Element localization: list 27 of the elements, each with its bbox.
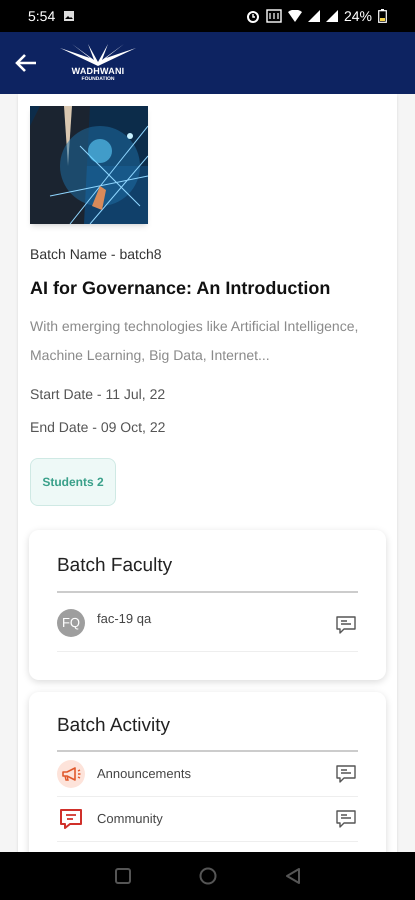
recent-apps-icon[interactable] xyxy=(114,868,130,884)
activity-item[interactable]: Community xyxy=(57,797,358,842)
activity-label: Announcements xyxy=(97,765,192,784)
avatar: FQ xyxy=(57,608,85,636)
back-icon[interactable] xyxy=(284,867,300,885)
start-date: Start Date - 11 Jul, 22 xyxy=(30,385,166,404)
section-title: Batch Activity xyxy=(57,712,358,752)
batch-name: Batch Name - batch8 xyxy=(30,245,163,264)
activity-item[interactable]: Announcements xyxy=(57,752,358,797)
section-title: Batch Faculty xyxy=(57,552,358,592)
megaphone-icon xyxy=(57,760,85,788)
image-icon xyxy=(63,10,76,22)
volte-icon xyxy=(266,9,282,23)
status-time: 5:54 xyxy=(28,6,56,26)
faculty-name: fac-19 qa xyxy=(97,610,152,628)
home-icon[interactable] xyxy=(198,867,216,885)
battery-percent: 24% xyxy=(344,6,372,26)
course-description: With emerging technologies like Artificial Intelligence, Machine Learning, Big Data, Internet... xyxy=(30,317,360,365)
end-date: End Date - 09 Oct, 22 xyxy=(30,418,166,437)
activity-label: Community xyxy=(97,810,164,828)
wifi-icon xyxy=(288,10,302,22)
course-title: AI for Governance: An Introduction xyxy=(30,277,332,300)
battery-icon xyxy=(378,9,387,23)
signal-icon xyxy=(326,10,338,22)
alarm-icon xyxy=(246,9,260,23)
logo-name: WADHWANI xyxy=(72,66,124,76)
signal-icon xyxy=(308,10,320,22)
